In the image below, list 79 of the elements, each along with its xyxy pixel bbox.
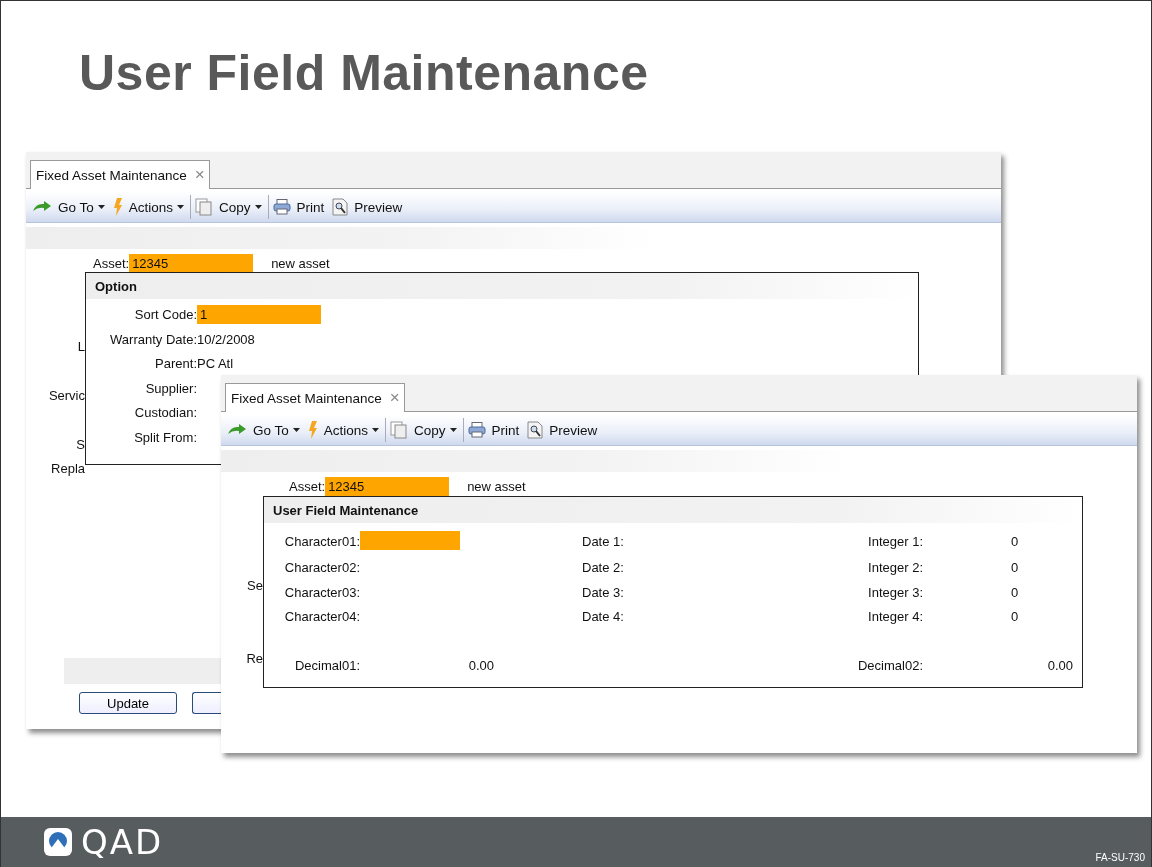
field-label: Character04: <box>283 608 360 626</box>
field-label: Character02: <box>283 559 360 577</box>
window-tab[interactable]: Fixed Asset Maintenance × <box>30 160 210 189</box>
printer-icon <box>272 199 291 215</box>
field-label: Split From: <box>133 428 197 447</box>
copy-icon <box>195 198 214 216</box>
toolbar-button[interactable]: Preview <box>328 195 407 219</box>
tab-label: Fixed Asset Maintenance <box>36 167 187 183</box>
field-label: Decimal01: <box>293 656 360 675</box>
toolbar-button[interactable]: Actions <box>108 195 189 219</box>
field-label: Supplier: <box>144 379 197 398</box>
toolbar-button[interactable]: Preview <box>523 418 602 442</box>
arrow-icon <box>227 424 247 436</box>
caret-icon <box>449 428 457 432</box>
field-label: Sort Code: <box>133 306 197 324</box>
slide-title: User Field Maintenance <box>79 45 650 101</box>
input-field[interactable]: 1 <box>197 305 321 325</box>
logo-text: QAD <box>81 822 164 862</box>
field-value: 10/2/2008 <box>197 331 255 347</box>
dialog-button[interactable] <box>192 692 221 714</box>
field-label: L <box>77 339 85 355</box>
arrow-icon <box>32 201 52 213</box>
field-label: Asset: <box>93 256 130 271</box>
window-tab[interactable]: Fixed Asset Maintenance × <box>225 383 405 412</box>
toolbar-button[interactable]: Copy <box>190 195 266 219</box>
preview-icon <box>332 198 349 216</box>
asset-description: new asset <box>271 256 330 271</box>
logo-icon <box>43 827 73 857</box>
field-value: 0.00 <box>467 656 495 675</box>
field-value: 0 <box>1010 533 1020 552</box>
caret-icon <box>177 205 185 209</box>
lightning-icon <box>307 421 318 439</box>
asset-description: new asset <box>467 479 526 494</box>
toolbar-button[interactable]: Print <box>462 418 524 442</box>
field-label: Repla <box>51 461 85 477</box>
close-icon[interactable]: × <box>389 388 400 408</box>
caret-icon <box>372 428 380 432</box>
caret-icon <box>97 205 105 209</box>
field-value: 0 <box>1010 583 1020 602</box>
field-label: Custodian: <box>133 404 197 422</box>
toolbar-button[interactable]: Actions <box>303 418 384 442</box>
field-label: Re <box>246 651 263 667</box>
field-label: Integer 4: <box>867 608 923 626</box>
caret-icon <box>292 428 300 432</box>
close-icon[interactable]: × <box>194 165 205 185</box>
field-label: Integer 2: <box>867 559 923 577</box>
field-label: Asset: <box>289 479 326 494</box>
toolbar-button[interactable]: Go To <box>223 418 304 442</box>
slide-code: FA-SU-730 <box>1095 852 1145 863</box>
field-label: S <box>76 437 85 453</box>
field-value: 0 <box>1010 559 1020 577</box>
input-field[interactable]: 12345 <box>325 477 450 496</box>
input-field[interactable] <box>360 531 460 550</box>
update-button[interactable]: Update <box>79 692 177 714</box>
field-label: Date 3: <box>582 583 625 602</box>
field-value: 0.00 <box>1046 656 1074 675</box>
printer-icon <box>467 422 486 438</box>
field-label: Date 1: <box>582 533 625 552</box>
field-label: Se <box>247 578 263 594</box>
field-value: 0 <box>1010 608 1020 626</box>
field-label: Integer 3: <box>867 583 923 602</box>
field-label: Servic <box>48 388 85 404</box>
field-value: PC Atl <box>197 356 234 372</box>
copy-icon <box>390 421 409 439</box>
field-label: Parent: <box>154 355 197 373</box>
field-label: Decimal02: <box>856 656 923 675</box>
preview-icon <box>527 421 544 439</box>
toolbar-button[interactable]: Go To <box>28 195 109 219</box>
tab-label: Fixed Asset Maintenance <box>231 390 382 406</box>
field-label: Warranty Date: <box>109 330 197 349</box>
caret-icon <box>254 205 262 209</box>
field-label: Date 2: <box>582 559 625 577</box>
field-label: Date 4: <box>582 608 625 626</box>
field-label: Integer 1: <box>867 533 923 552</box>
toolbar-button[interactable]: Print <box>267 195 329 219</box>
lightning-icon <box>112 198 123 216</box>
field-label: Character03: <box>283 583 360 602</box>
toolbar-button[interactable]: Copy <box>385 418 461 442</box>
field-label: Character01: <box>283 533 360 552</box>
